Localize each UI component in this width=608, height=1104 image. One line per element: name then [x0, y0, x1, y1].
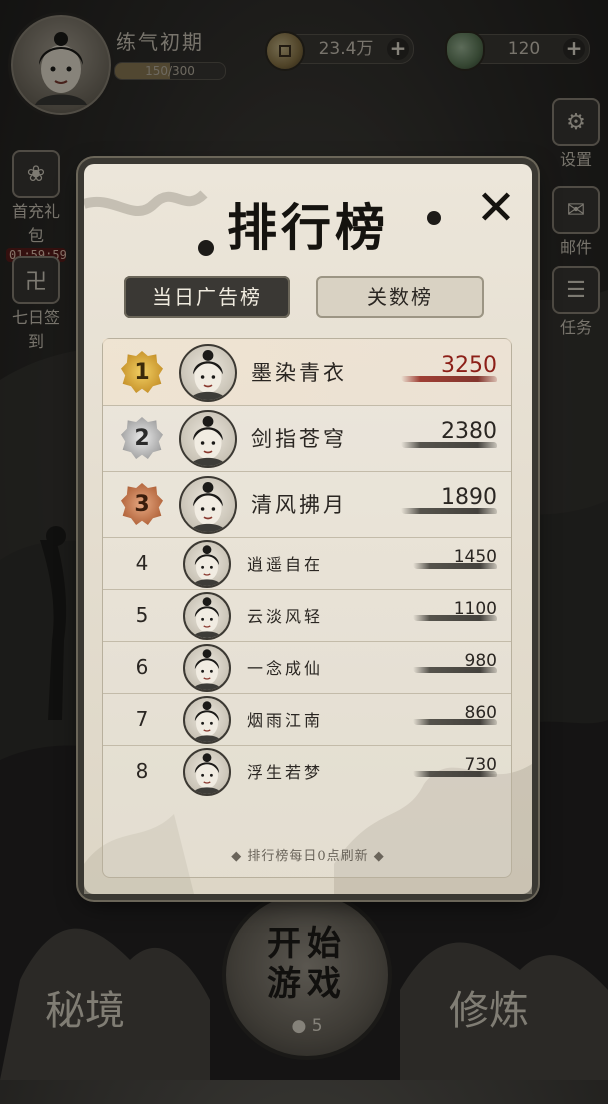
start-game-label-line2: 游戏 — [267, 964, 347, 1004]
player-avatar-icon — [183, 644, 231, 692]
settings-button[interactable]: ⚙ 设置 — [546, 98, 606, 170]
add-coins-button[interactable]: + — [387, 38, 409, 60]
player-score: 730 — [464, 755, 497, 775]
player-avatar-icon — [179, 410, 237, 468]
bronze-medal-icon: 3 — [121, 483, 163, 525]
player-score: 3250 — [441, 353, 497, 378]
coins-value: 23.4万 — [318, 39, 374, 59]
ranking-list: 1 墨染青衣 3250 2 剑指苍穹 2380 3 清风拂月 1890 4 逍遥自在 1450 5 云淡风… — [102, 338, 512, 878]
rank-number: 6 — [135, 655, 149, 679]
coins-counter: 23.4万 + — [265, 31, 414, 71]
score-container: 980 — [397, 651, 497, 673]
cultivate-label: 修炼 — [449, 988, 529, 1034]
leaderboard-row[interactable]: 5 云淡风轻 1100 — [103, 589, 511, 642]
start-game-label: 开始 游戏 — [226, 924, 388, 1004]
rank-number: 4 — [135, 551, 149, 575]
player-score: 1450 — [453, 547, 497, 567]
tasks-button[interactable]: ☰ 任务 — [546, 266, 606, 338]
player-avatar-icon — [183, 748, 231, 796]
player-name: 云淡风轻 — [247, 607, 324, 626]
rank-number: 8 — [135, 759, 149, 783]
player-name: 墨染青衣 — [251, 361, 347, 385]
jade-counter: 120 + — [445, 31, 590, 71]
cultivate-button[interactable]: 修炼 — [404, 918, 574, 1068]
player-name: 浮生若梦 — [247, 763, 324, 782]
coin-icon — [265, 31, 305, 71]
task-scroll-icon: ☰ — [552, 266, 600, 314]
first-charge-gift-button[interactable]: ❀ 首充礼包 01:59:59 — [6, 150, 67, 262]
mail-icon: ✉ — [552, 186, 600, 234]
score-container: 1100 — [397, 599, 497, 621]
jade-gourd-icon — [445, 31, 485, 71]
gold-medal-icon: 1 — [121, 351, 163, 393]
gift-icon: ❀ — [12, 150, 60, 198]
leaderboard-row[interactable]: 4 逍遥自在 1450 — [103, 537, 511, 590]
player-name: 烟雨江南 — [247, 711, 324, 730]
player-name: 剑指苍穹 — [251, 427, 347, 451]
close-button[interactable]: ✕ — [474, 184, 518, 232]
tab-daily-ads[interactable]: 当日广告榜 — [124, 276, 290, 318]
player-score: 1890 — [441, 485, 497, 510]
score-container: 730 — [397, 755, 497, 777]
player-score: 2380 — [441, 419, 497, 444]
player-score: 860 — [464, 703, 497, 723]
leaderboard-row[interactable]: 3 清风拂月 1890 — [103, 471, 511, 538]
score-container: 1890 — [387, 485, 497, 514]
start-cost: ● 5 — [226, 1016, 388, 1036]
rank-number: 5 — [135, 603, 149, 627]
settings-label: 设置 — [559, 150, 592, 169]
mail-button[interactable]: ✉ 邮件 — [546, 186, 606, 258]
secret-realm-label: 秘境 — [45, 988, 125, 1034]
leaderboard-title: 排行榜 — [227, 198, 389, 257]
jade-value: 120 — [507, 39, 541, 59]
scroll-icon: 卍 — [12, 256, 60, 304]
start-game-button[interactable]: 开始 游戏 ● 5 — [222, 890, 392, 1060]
player-avatar-icon — [183, 592, 231, 640]
rank-number: 7 — [135, 707, 149, 731]
player-portrait-icon — [35, 32, 87, 105]
cultivation-realm: 练气初期 — [116, 30, 204, 54]
score-container: 3250 — [387, 353, 497, 382]
player-name: 逍遥自在 — [247, 555, 324, 574]
leaderboard-row[interactable]: 1 墨染青衣 3250 — [103, 339, 511, 406]
player-avatar-icon — [179, 476, 237, 534]
start-cost-value: 5 — [311, 1016, 323, 1036]
gift-label: 首充礼包 — [11, 202, 60, 245]
leaderboard-row[interactable]: 8 浮生若梦 730 — [103, 745, 511, 797]
player-name: 清风拂月 — [251, 493, 347, 517]
add-jade-button[interactable]: + — [563, 38, 585, 60]
secret-realm-button[interactable]: 秘境 — [10, 918, 160, 1068]
mail-label: 邮件 — [559, 238, 592, 257]
player-avatar[interactable] — [8, 12, 114, 118]
player-avatar-icon — [183, 696, 231, 744]
leaderboard-row[interactable]: 6 一念成仙 980 — [103, 641, 511, 694]
gear-icon: ⚙ — [552, 98, 600, 146]
exp-bar: 150/300 — [114, 62, 226, 80]
player-name: 一念成仙 — [247, 659, 324, 678]
signin-label: 七日签到 — [11, 308, 60, 351]
jade-cost-icon: ● — [291, 1016, 307, 1036]
leaderboard-row[interactable]: 7 烟雨江南 860 — [103, 693, 511, 746]
player-avatar-icon — [183, 540, 231, 588]
seven-day-signin-button[interactable]: 卍 七日签到 — [6, 256, 66, 352]
score-container: 1450 — [397, 547, 497, 569]
player-avatar-icon — [179, 344, 237, 402]
silver-medal-icon: 2 — [121, 417, 163, 459]
refresh-note: ◆ 排行榜每日0点刷新 ◆ — [231, 849, 385, 864]
exp-text: 150/300 — [145, 64, 195, 78]
tab-levels[interactable]: 关数榜 — [316, 276, 484, 318]
player-score: 980 — [464, 651, 497, 671]
tasks-label: 任务 — [559, 318, 592, 337]
score-container: 2380 — [387, 419, 497, 448]
player-score: 1100 — [453, 599, 497, 619]
leaderboard-modal: 排行榜 ✕ 当日广告榜 关数榜 1 墨染青衣 3250 2 剑指苍穹 2380 3 清风拂月 1… — [84, 164, 532, 894]
score-container: 860 — [397, 703, 497, 725]
start-game-label-line1: 开始 — [267, 924, 347, 964]
leaderboard-row[interactable]: 2 剑指苍穹 2380 — [103, 405, 511, 472]
